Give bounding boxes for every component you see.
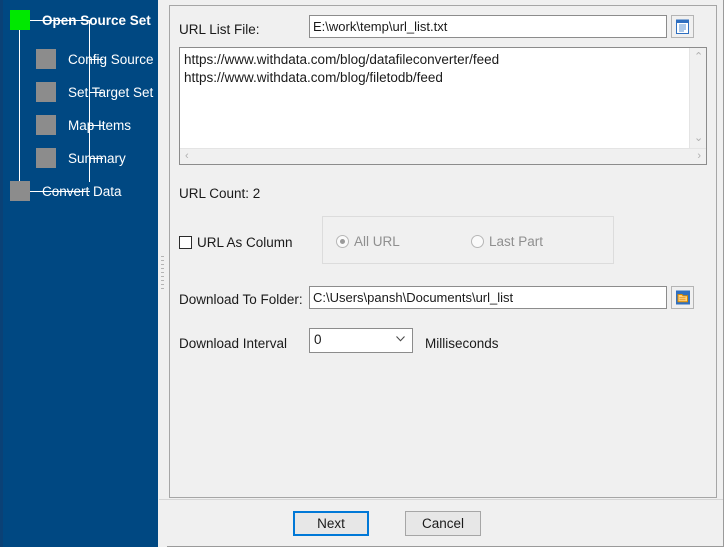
sidebar-step-label: Open Source Set (42, 13, 151, 28)
download-interval-label: Download Interval (179, 336, 287, 351)
source-settings-panel: URL List File: https://www.withdata.com/… (169, 5, 717, 498)
wizard-step-tree: Open Source Set Config Source Set Target… (0, 0, 158, 547)
chevron-down-icon (396, 336, 405, 342)
step-node-marker (36, 115, 56, 135)
scroll-up-arrow-icon[interactable]: ⌃ (694, 52, 703, 63)
radio-circle (471, 235, 484, 248)
step-node-marker (10, 181, 30, 201)
radio-last-part-label: Last Part (489, 234, 543, 249)
sidebar-step-convert-data[interactable]: Convert Data (10, 181, 122, 201)
step-node-marker-active (10, 10, 30, 30)
url-list-file-input[interactable] (309, 15, 667, 38)
sidebar-step-config-source[interactable]: Config Source (36, 49, 154, 69)
url-as-column-label: URL As Column (197, 235, 293, 250)
download-folder-label: Download To Folder: (179, 292, 303, 307)
tree-trunk-line (19, 30, 20, 182)
dialog-button-bar: Next Cancel (159, 499, 723, 546)
scroll-right-arrow-icon[interactable]: › (697, 151, 701, 162)
url-mode-radio-group: All URL Last Part (322, 216, 614, 264)
cancel-button[interactable]: Cancel (405, 511, 481, 536)
sidebar-step-set-target-set[interactable]: Set Target Set (36, 82, 153, 102)
browse-download-folder-button[interactable] (671, 286, 694, 309)
wizard-step-sidebar: Open Source Set Config Source Set Target… (0, 0, 158, 547)
sidebar-step-map-items[interactable]: Map Items (36, 115, 131, 135)
next-button[interactable]: Next (293, 511, 369, 536)
url-list-textarea[interactable]: https://www.withdata.com/blog/datafileco… (180, 48, 689, 148)
step-node-marker (36, 148, 56, 168)
url-list-textarea-container[interactable]: https://www.withdata.com/blog/datafileco… (179, 47, 707, 165)
download-interval-value: 0 (314, 332, 322, 347)
sidebar-step-label: Summary (68, 151, 126, 166)
sidebar-step-label: Config Source (68, 52, 154, 67)
radio-circle-selected (336, 235, 349, 248)
download-interval-unit-label: Milliseconds (425, 336, 499, 351)
url-count-label: URL Count: 2 (179, 186, 260, 201)
sidebar-step-label: Set Target Set (68, 85, 153, 100)
url-list-file-label: URL List File: (179, 22, 260, 37)
url-as-column-checkbox[interactable]: URL As Column (179, 235, 293, 250)
url-list-horizontal-scrollbar[interactable]: ‹ › (180, 148, 706, 164)
folder-icon (675, 290, 691, 305)
browse-url-list-file-button[interactable] (671, 15, 694, 38)
download-interval-combobox[interactable]: 0 (309, 328, 413, 353)
download-folder-input[interactable] (309, 286, 667, 309)
step-node-marker (36, 82, 56, 102)
sidebar-step-label: Map Items (68, 118, 131, 133)
scroll-left-arrow-icon[interactable]: ‹ (185, 151, 189, 162)
scroll-down-arrow-icon[interactable]: ⌄ (694, 133, 703, 144)
checkbox-box (179, 236, 192, 249)
url-list-vertical-scrollbar[interactable]: ⌃ ⌄ (689, 48, 706, 148)
panel-splitter[interactable] (158, 0, 167, 547)
wizard-window: Open Source Set Config Source Set Target… (0, 0, 724, 547)
file-document-icon (675, 19, 690, 34)
radio-all-url[interactable]: All URL (336, 234, 400, 249)
splitter-grip (161, 256, 164, 292)
radio-all-url-label: All URL (354, 234, 400, 249)
sidebar-step-summary[interactable]: Summary (36, 148, 126, 168)
step-node-marker (36, 49, 56, 69)
radio-last-part[interactable]: Last Part (471, 234, 543, 249)
sidebar-step-open-source-set[interactable]: Open Source Set (10, 10, 151, 30)
sidebar-step-label: Convert Data (42, 184, 122, 199)
